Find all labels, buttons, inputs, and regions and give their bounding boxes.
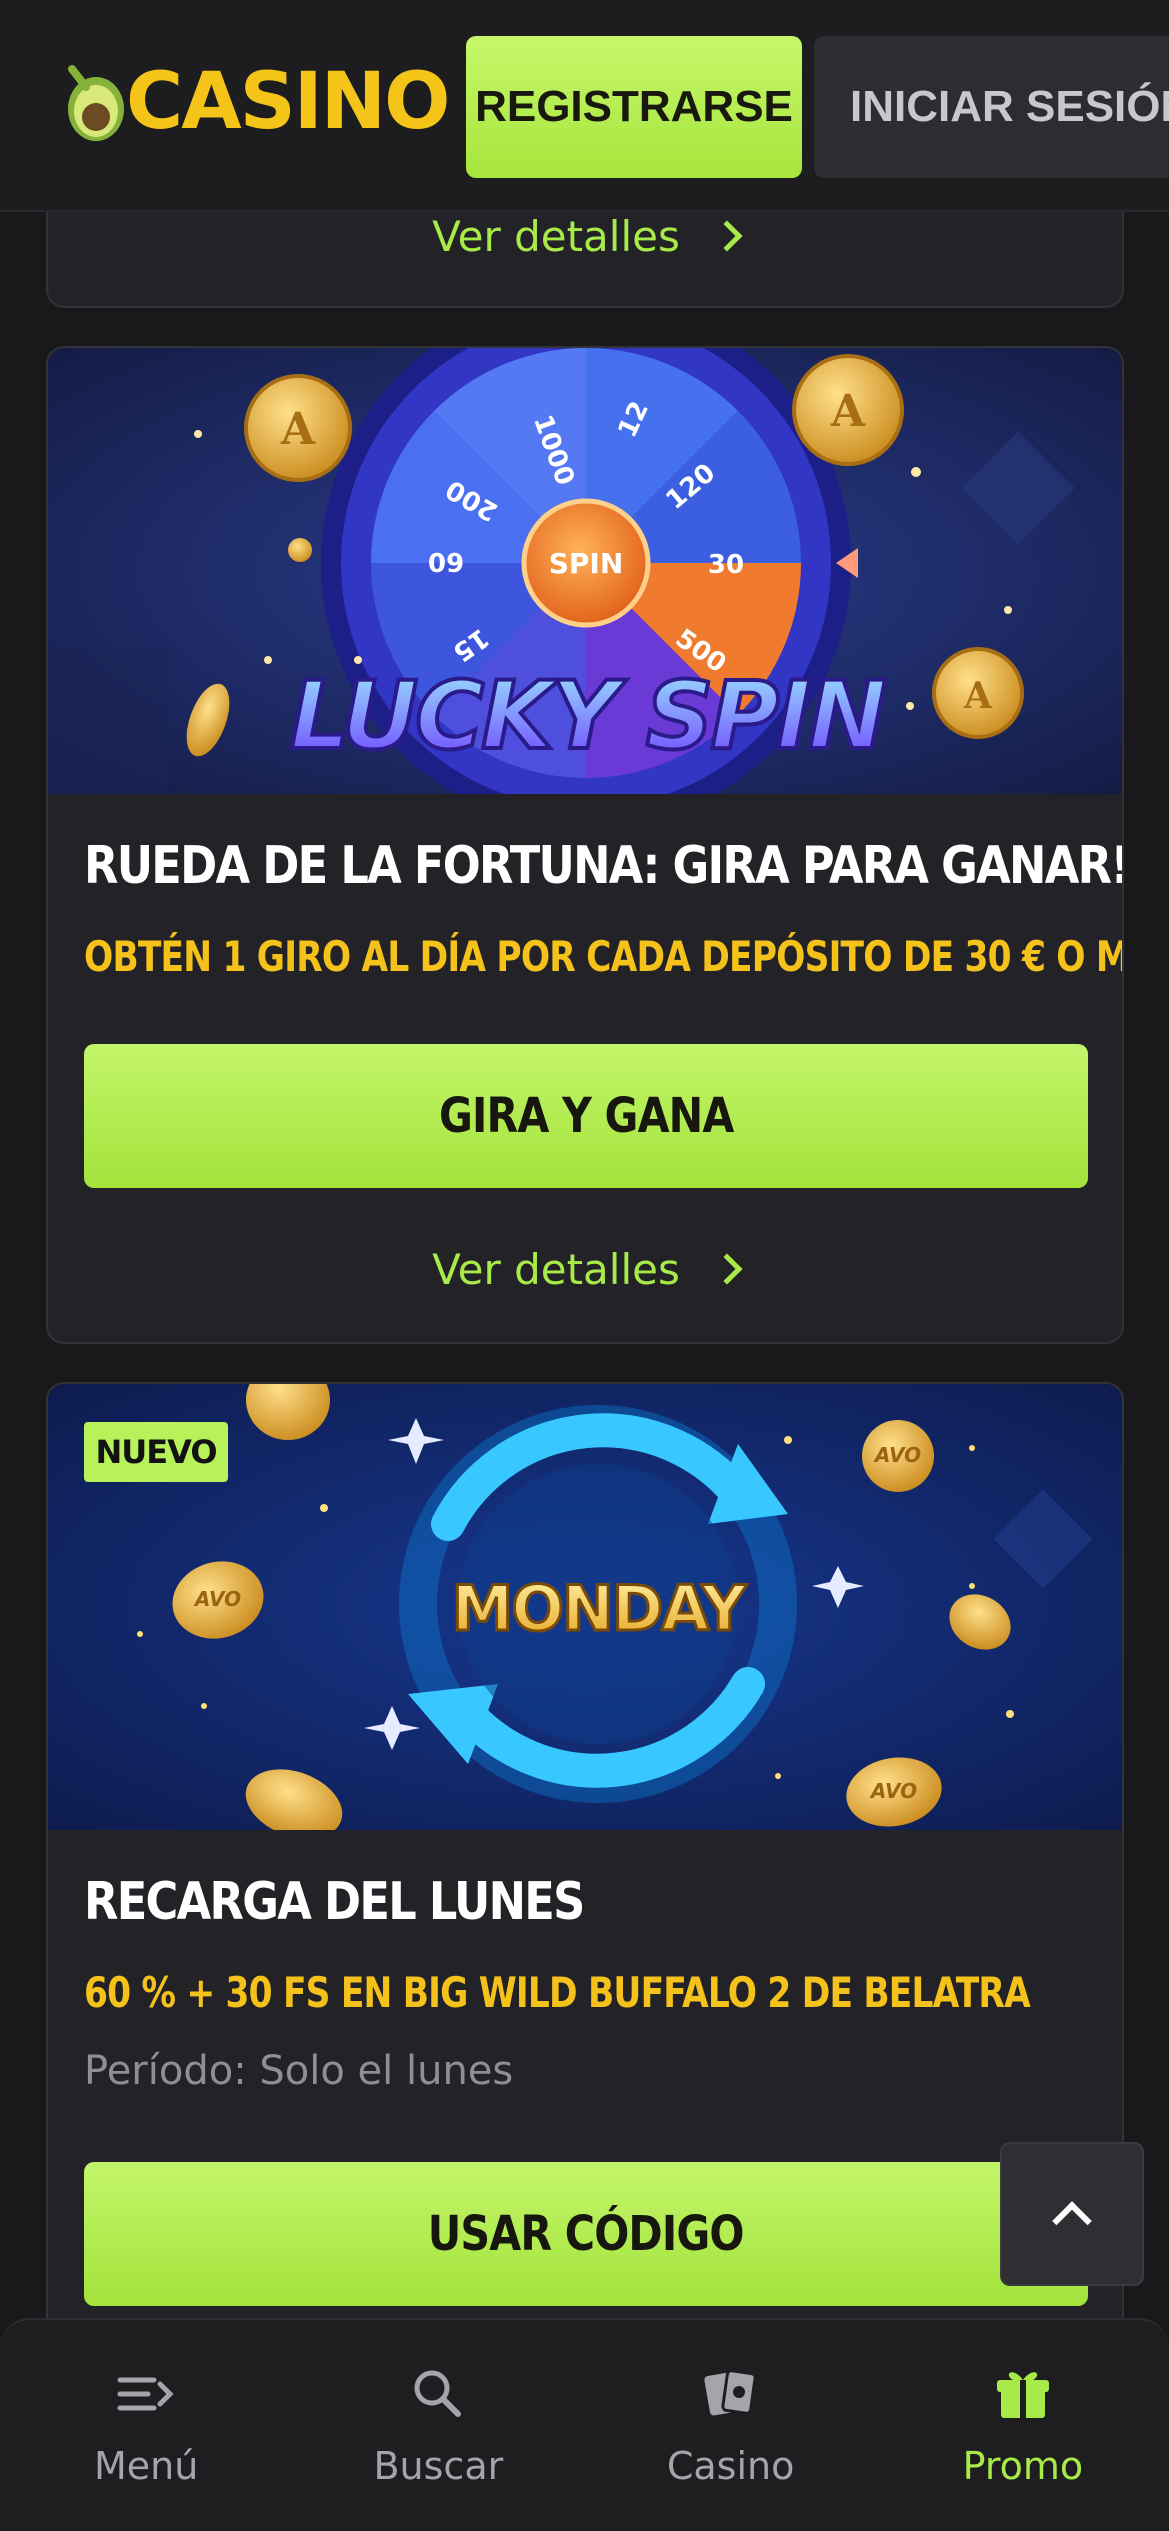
- svg-text:AVO: AVO: [873, 1443, 921, 1467]
- site-logo[interactable]: CASINO: [60, 52, 450, 152]
- register-button[interactable]: REGISTRARSE: [466, 36, 802, 178]
- svg-text:SPIN: SPIN: [549, 547, 624, 580]
- svg-text:60: 60: [428, 546, 464, 576]
- gift-icon: [996, 2371, 1049, 2418]
- menu-icon: [117, 2377, 174, 2410]
- promo-title: RECARGA DEL LUNES: [84, 1872, 585, 1932]
- details-label: Ver detalles: [432, 211, 680, 261]
- lucky-spin-banner[interactable]: 1000 12 120 30 500 60 200 15 SPIN A A A …: [48, 348, 1122, 794]
- card-title-wrap: RUEDA DE LA FORTUNA: GIRA PARA GANAR!: [84, 836, 1124, 896]
- use-code-label: USAR CÓDIGO: [428, 2206, 745, 2262]
- chevron-right-icon: [711, 1253, 743, 1285]
- card-subtitle-wrap: 60 % + 30 FS EN BIG WILD BUFFALO 2 DE BE…: [84, 1968, 1122, 2017]
- nav-label: Promo: [962, 2443, 1084, 2488]
- svg-text:AVO: AVO: [193, 1587, 241, 1611]
- chevron-right-icon: [711, 220, 743, 252]
- search-icon: [414, 2370, 462, 2417]
- promo-subtitle: 60 % + 30 FS EN BIG WILD BUFFALO 2 DE BE…: [84, 1968, 1031, 2017]
- nav-label: Menú: [93, 2443, 199, 2488]
- nav-item-promo[interactable]: Promo: [877, 2320, 1169, 2531]
- scroll-to-top-button[interactable]: [1000, 2142, 1144, 2286]
- lucky-spin-illustration: 1000 12 120 30 500 60 200 15 SPIN A A A …: [48, 348, 1122, 794]
- svg-text:AVO: AVO: [869, 1779, 917, 1803]
- svg-text:30: 30: [708, 550, 744, 580]
- spin-and-win-label: GIRA Y GANA: [438, 1088, 734, 1144]
- promo-subtitle: OBTÉN 1 GIRO AL DÍA POR CADA DEPÓSITO DE…: [84, 932, 1124, 981]
- svg-text:A: A: [963, 675, 993, 717]
- details-label: Ver detalles: [432, 1244, 680, 1294]
- use-code-button[interactable]: USAR CÓDIGO: [84, 2162, 1088, 2306]
- details-link[interactable]: Ver detalles: [48, 211, 1122, 261]
- logo-text: CASINO: [126, 57, 450, 147]
- nav-item-casino[interactable]: Casino: [585, 2320, 877, 2531]
- promo-period: Período: Solo el lunes: [84, 2048, 514, 2094]
- avocado-logo-icon: [68, 65, 124, 141]
- svg-text:MONDAY: MONDAY: [452, 1572, 748, 1645]
- top-header: CASINO REGISTRARSE INICIAR SESIÓN: [0, 0, 1169, 212]
- card-title-wrap: RECARGA DEL LUNES: [84, 1872, 665, 1932]
- nav-label: Buscar: [373, 2443, 504, 2488]
- bottom-navigation: Menú Buscar Casino Promo: [0, 2318, 1169, 2531]
- new-badge: NUEVO: [84, 1422, 228, 1482]
- svg-text:A: A: [830, 386, 866, 437]
- chevron-up-icon: [1052, 2201, 1092, 2241]
- spin-and-win-button[interactable]: GIRA Y GANA: [84, 1044, 1088, 1188]
- svg-text:A: A: [280, 404, 316, 455]
- promo-card-lucky-spin: 1000 12 120 30 500 60 200 15 SPIN A A A …: [46, 346, 1124, 1344]
- cards-icon: [703, 2368, 757, 2415]
- details-link[interactable]: Ver detalles: [48, 1244, 1122, 1294]
- promo-card-monday: MONDAY AVO AVO AVO NUEVO RECARGA DEL LUN…: [46, 1382, 1124, 2382]
- login-button[interactable]: INICIAR SESIÓN: [814, 36, 1169, 178]
- nav-item-search[interactable]: Buscar: [292, 2320, 584, 2531]
- nav-label: Casino: [666, 2443, 795, 2488]
- nav-item-menu[interactable]: Menú: [0, 2320, 292, 2531]
- page: CASINO REGISTRARSE INICIAR SESIÓN Ver de…: [0, 0, 1169, 2531]
- card-subtitle-wrap: OBTÉN 1 GIRO AL DÍA POR CADA DEPÓSITO DE…: [84, 932, 1124, 981]
- svg-text:LUCKY SPIN: LUCKY SPIN: [290, 662, 885, 771]
- monday-banner[interactable]: MONDAY AVO AVO AVO NUEVO: [48, 1384, 1122, 1830]
- period-wrap: Período: Solo el lunes: [84, 2048, 513, 2094]
- promo-title: RUEDA DE LA FORTUNA: GIRA PARA GANAR!: [84, 836, 1124, 896]
